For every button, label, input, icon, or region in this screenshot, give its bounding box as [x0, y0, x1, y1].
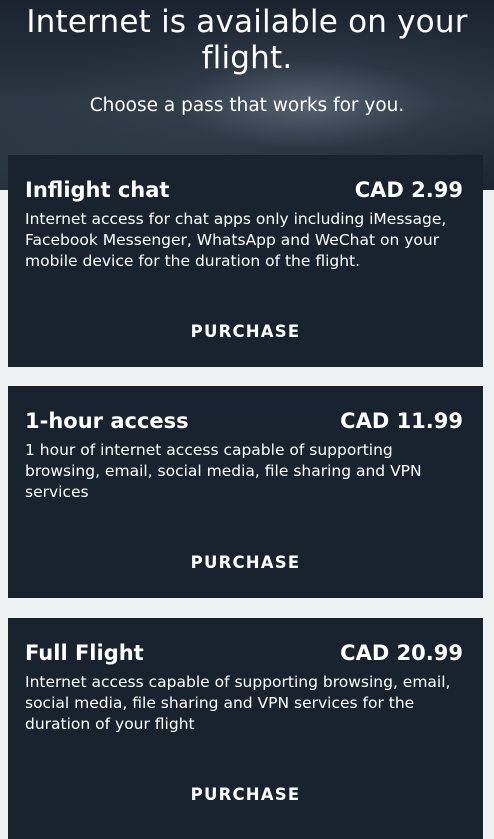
- pass-name: Full Flight: [25, 641, 144, 665]
- pass-price: CAD 20.99: [340, 641, 463, 665]
- page-subtitle: Choose a pass that works for you.: [89, 95, 405, 116]
- purchase-button[interactable]: PURCHASE: [8, 784, 483, 806]
- purchase-button[interactable]: PURCHASE: [8, 321, 483, 343]
- pass-name: Inflight chat: [25, 178, 170, 202]
- page-title: Internet is available on your flight.: [26, 4, 468, 76]
- pass-description: Internet access capable of supporting br…: [25, 673, 451, 733]
- pass-name: 1-hour access: [25, 409, 189, 433]
- pass-description: Internet access for chat apps only inclu…: [25, 210, 447, 270]
- pass-card-1-hour-access: 1-hour access CAD 11.99 1 hour of intern…: [8, 386, 483, 598]
- pass-card-full-flight: Full Flight CAD 20.99 Internet access ca…: [8, 618, 483, 839]
- pass-card-inflight-chat: Inflight chat CAD 2.99 Internet access f…: [8, 155, 483, 367]
- pass-description: 1 hour of internet access capable of sup…: [25, 441, 422, 501]
- purchase-button[interactable]: PURCHASE: [8, 552, 483, 574]
- pass-price: CAD 11.99: [340, 409, 463, 433]
- pass-price: CAD 2.99: [354, 178, 463, 202]
